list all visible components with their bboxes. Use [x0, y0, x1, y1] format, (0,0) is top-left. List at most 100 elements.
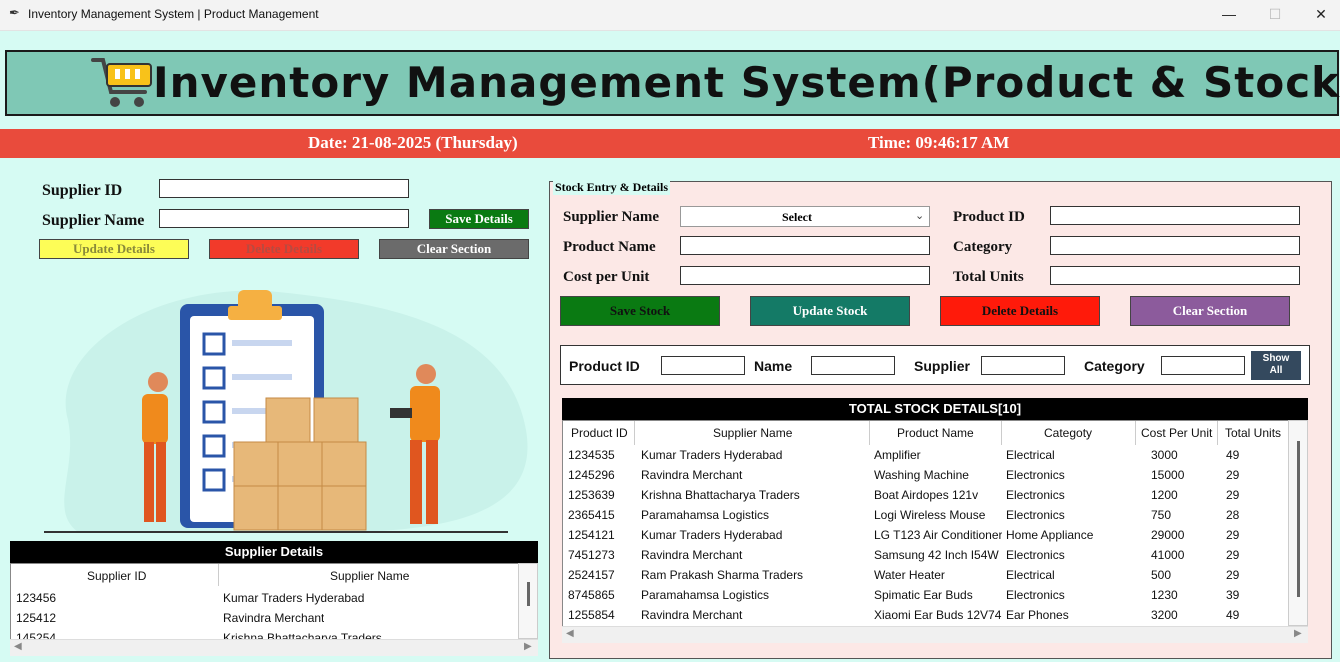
supplier-name-label: Supplier Name [42, 212, 145, 229]
supplier-select[interactable]: Select ⌄ [680, 206, 930, 227]
scroll-left-icon[interactable]: ◀ [14, 641, 22, 652]
save-stock-button[interactable]: Save Stock [560, 296, 720, 326]
column-header-supplier-name[interactable]: Supplier Name [330, 569, 409, 583]
shopping-cart-icon [91, 58, 152, 107]
cell-product-id: 1234535 [568, 448, 615, 462]
table-row[interactable]: 1255854 Ravindra Merchant Xiaomi Ear Buds … [563, 605, 1289, 625]
cell-product-id: 1253639 [568, 488, 615, 502]
column-divider [1135, 421, 1136, 445]
supplier-table-body[interactable]: Supplier ID Supplier Name 123456 Kumar T… [10, 563, 520, 641]
maximize-button[interactable]: ☐ [1252, 0, 1298, 30]
cell-product-id: 1254121 [568, 528, 615, 542]
table-row[interactable]: 7451273 Ravindra Merchant Samsung 42 Inch … [563, 545, 1289, 565]
table-row[interactable]: 2365415 Paramahamsa Logistics Logi Wireles… [563, 505, 1289, 525]
minimize-button[interactable]: — [1206, 0, 1252, 30]
cell-total-units: 29 [1226, 548, 1240, 562]
cell-category: Home Appliance [1006, 528, 1094, 542]
scroll-thumb[interactable] [527, 582, 530, 606]
chevron-down-icon: ⌄ [915, 210, 925, 222]
column-header-supplier-id[interactable]: Supplier ID [87, 569, 146, 583]
clear-stock-section-button[interactable]: Clear Section [1130, 296, 1290, 326]
cell-supplier-name: Ravindra Merchant [641, 548, 743, 562]
cell-product-name: Amplifier [874, 448, 921, 462]
column-header-total-units[interactable]: Total Units [1225, 426, 1281, 440]
cell-cost-per-unit: 500 [1151, 568, 1172, 582]
update-details-button[interactable]: Update Details [39, 239, 189, 259]
scroll-right-icon[interactable]: ▶ [1294, 628, 1302, 639]
app-feather-icon: ✒ [9, 5, 20, 20]
search-category-input[interactable] [1161, 356, 1245, 375]
cell-supplier-name: Kumar Traders Hyderabad [641, 448, 783, 462]
table-row[interactable]: 1245296 Ravindra Merchant Washing Machine E… [563, 465, 1289, 485]
product-id-input[interactable] [1050, 206, 1300, 225]
search-supplier-input[interactable] [981, 356, 1065, 375]
column-divider [1217, 421, 1218, 445]
cell-supplier-name: Ravindra Merchant [223, 611, 325, 625]
scroll-thumb[interactable] [1297, 441, 1300, 597]
cell-product-name: Washing Machine [874, 468, 969, 482]
search-name-input[interactable] [811, 356, 895, 375]
cell-product-id: 8745865 [568, 588, 615, 602]
supplier-vertical-scrollbar[interactable] [518, 563, 538, 639]
stock-entry-legend: Stock Entry & Details [553, 180, 670, 195]
cell-category: Electrical [1006, 568, 1055, 582]
cell-supplier-name: Paramahamsa Logistics [641, 588, 770, 602]
column-header-product-name[interactable]: Product Name [897, 426, 974, 440]
cell-category: Electronics [1006, 468, 1065, 482]
cell-total-units: 49 [1226, 608, 1240, 622]
show-all-button[interactable]: Show All [1251, 351, 1301, 380]
table-row[interactable]: 1254121 Kumar Traders Hyderabad LG T123 Ai… [563, 525, 1289, 545]
date-label: Date: 21-08-2025 (Thursday) [308, 133, 518, 152]
table-row[interactable]: 1234535 Kumar Traders Hyderabad Amplifier E… [563, 445, 1289, 465]
column-divider [634, 421, 635, 445]
cell-total-units: 39 [1226, 588, 1240, 602]
column-header-cost-per-unit[interactable]: Cost Per Unit [1141, 426, 1212, 440]
supplier-name-input[interactable] [159, 209, 409, 228]
product-name-input[interactable] [680, 236, 930, 255]
cell-cost-per-unit: 1230 [1151, 588, 1178, 602]
table-row[interactable]: 1253639 Krishna Bhattacharya Traders Boat … [563, 485, 1289, 505]
column-divider [869, 421, 870, 445]
table-row[interactable]: 125412 Ravindra Merchant [11, 609, 519, 629]
column-header-category[interactable]: Categoty [1044, 426, 1092, 440]
scroll-right-icon[interactable]: ▶ [524, 641, 532, 652]
stock-table: TOTAL STOCK DETAILS[10] Product ID Suppl… [562, 398, 1308, 644]
stock-horizontal-scrollbar[interactable]: ◀ ▶ [562, 626, 1308, 643]
column-divider [218, 564, 219, 586]
update-stock-button[interactable]: Update Stock [750, 296, 910, 326]
cell-total-units: 29 [1226, 568, 1240, 582]
cell-total-units: 29 [1226, 528, 1240, 542]
total-units-input[interactable] [1050, 266, 1300, 285]
clear-section-button[interactable]: Clear Section [379, 239, 529, 259]
stock-table-body[interactable]: Product ID Supplier Name Product Name Ca… [562, 420, 1290, 628]
table-row[interactable]: 2524157 Ram Prakash Sharma Traders Water H… [563, 565, 1289, 585]
cost-per-unit-input[interactable] [680, 266, 930, 285]
table-row[interactable]: 8745865 Paramahamsa Logistics Spimatic Ear… [563, 585, 1289, 605]
close-button[interactable]: ✕ [1298, 0, 1340, 30]
save-details-button[interactable]: Save Details [429, 209, 529, 229]
show-all-label-line2: All [1269, 365, 1283, 376]
search-product-id-input[interactable] [661, 356, 745, 375]
table-row[interactable]: 123456 Kumar Traders Hyderabad [11, 589, 519, 609]
cell-category: Electronics [1006, 588, 1065, 602]
inventory-illustration [44, 290, 528, 533]
search-supplier-label: Supplier [914, 358, 971, 374]
cell-supplier-name: Ram Prakash Sharma Traders [641, 568, 804, 582]
window-titlebar: ✒ Inventory Management System | Product … [0, 0, 1340, 31]
supplier-select-value: Select [782, 210, 812, 224]
supplier-horizontal-scrollbar[interactable]: ◀ ▶ [10, 639, 538, 656]
supplier-table: Supplier Details Supplier ID Supplier Na… [10, 541, 538, 657]
column-header-supplier-name[interactable]: Supplier Name [713, 426, 792, 440]
column-header-product-id[interactable]: Product ID [571, 426, 628, 440]
supplier-id-input[interactable] [159, 179, 409, 198]
delete-stock-button[interactable]: Delete Details [940, 296, 1100, 326]
stock-vertical-scrollbar[interactable] [1288, 420, 1308, 626]
search-bar: Product ID Name Supplier Category Show A… [560, 345, 1310, 385]
scroll-left-icon[interactable]: ◀ [566, 628, 574, 639]
delete-details-button[interactable]: Delete Details [209, 239, 359, 259]
cell-product-name: Samsung 42 Inch I54W TV [874, 548, 1002, 562]
cell-supplier-name: Kumar Traders Hyderabad [641, 528, 783, 542]
supplier-id-label: Supplier ID [42, 182, 123, 199]
category-input[interactable] [1050, 236, 1300, 255]
cell-category: Electronics [1006, 488, 1065, 502]
